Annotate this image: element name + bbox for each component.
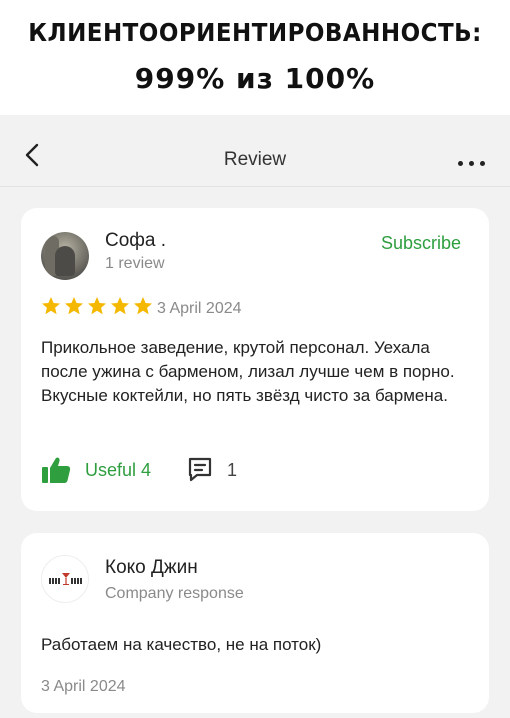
star-icon [88, 297, 106, 315]
review-text: Прикольное заведение, крутой персонал. У… [41, 338, 455, 405]
company-response-tag: Company response [105, 585, 244, 602]
useful-label: Useful 4 [85, 460, 152, 480]
subscribe-button[interactable]: Subscribe [381, 233, 461, 254]
review-author-name[interactable]: Софа . [105, 230, 166, 252]
response-date: 3 April 2024 [41, 678, 126, 695]
star-icon [111, 297, 129, 315]
meme-caption: КЛИЕНТООРИЕНТИРОВАННОСТЬ: 999% из 100% [0, 0, 510, 115]
company-name[interactable]: Коко Джин [105, 557, 198, 579]
star-icon [42, 297, 60, 315]
page-title: Review [223, 149, 287, 170]
comment-icon [188, 457, 212, 482]
star-icon [134, 297, 152, 315]
more-options-button[interactable] [458, 153, 494, 166]
caption-line-1: КЛИЕНТООРИЕНТИРОВАННОСТЬ: [28, 18, 482, 47]
thumbs-up-icon [42, 457, 71, 483]
more-dots-icon [458, 161, 463, 166]
useful-button[interactable]: Useful 4 [41, 454, 171, 484]
top-nav-bar: Review [0, 115, 510, 187]
review-card: Софа . 1 review Subscribe 3 April 2024 П… [21, 208, 489, 511]
company-logo[interactable] [41, 555, 89, 603]
review-screen: Review Софа . 1 review Subscribe 3 April… [0, 115, 510, 718]
star-icon [65, 297, 83, 315]
avatar[interactable] [41, 232, 89, 280]
company-logo-icon [49, 573, 82, 585]
star-rating [41, 296, 156, 316]
caption-line-2: 999% из 100% [134, 62, 376, 95]
author-review-count: 1 review [105, 255, 165, 272]
response-text: Работаем на качество, не на поток) [41, 635, 322, 654]
comment-count: 1 [227, 460, 238, 480]
company-response-card: Коко Джин Company response Работаем на к… [21, 533, 489, 713]
comments-button[interactable]: 1 [187, 454, 247, 484]
nav-divider [0, 186, 510, 187]
review-date: 3 April 2024 [157, 300, 242, 317]
